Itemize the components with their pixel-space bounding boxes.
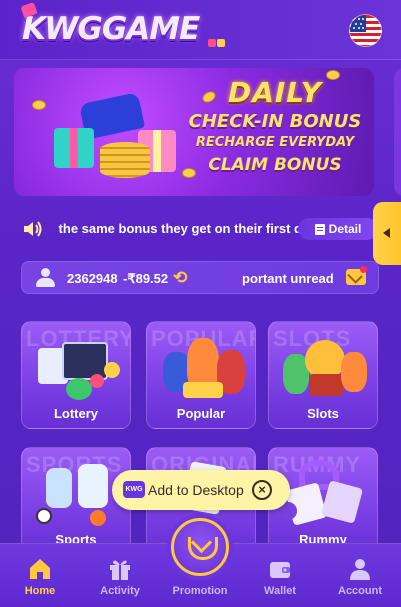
user-balance: -₹89.52 — [123, 271, 169, 286]
close-icon[interactable]: × — [252, 480, 272, 500]
game-label: Lottery — [53, 406, 99, 421]
app-logo[interactable]: KWGGAME — [20, 1, 232, 52]
dice-icon — [208, 34, 232, 48]
nav-label: Account — [338, 585, 382, 597]
popular-illustration — [157, 334, 247, 400]
game-label: Slots — [307, 406, 339, 421]
detail-button[interactable]: Detail — [298, 218, 378, 240]
nav-activity[interactable]: Activity — [80, 544, 160, 607]
game-label: Popular — [176, 406, 226, 421]
user-icon — [35, 268, 55, 288]
wallet-icon — [270, 562, 290, 578]
nav-label: Wallet — [264, 585, 296, 597]
unread-message-text: portant unread — [242, 271, 334, 286]
gift-icon — [110, 560, 130, 580]
game-card-slots[interactable]: SLOTS Slots — [268, 321, 378, 429]
user-id: 2362948 — [67, 271, 118, 286]
notice-text: n the same bonus they get on their first… — [55, 221, 305, 239]
document-icon — [314, 223, 325, 235]
nav-home[interactable]: Home — [0, 544, 80, 607]
us-flag-icon[interactable] — [349, 14, 382, 47]
side-drawer-toggle[interactable] — [373, 202, 401, 265]
next-banner-peek[interactable] — [394, 68, 401, 196]
notice-text-content: n the same bonus they get on their first… — [55, 221, 302, 236]
home-icon — [30, 559, 50, 579]
nav-account[interactable]: Account — [320, 544, 400, 607]
detail-label: Detail — [328, 222, 362, 236]
unread-badge — [360, 266, 367, 273]
app-badge-icon: KWG — [123, 481, 145, 498]
nav-label: Promotion — [172, 585, 228, 597]
game-card-lottery[interactable]: LOTTERY Lottery — [21, 321, 131, 429]
speaker-icon — [24, 221, 42, 237]
promo-banner[interactable]: DAILY CHECK-IN BONUS RECHARGE EVERYDAY C… — [14, 68, 374, 196]
banner-text: DAILY CHECK-IN BONUS RECHARGE EVERYDAY C… — [180, 76, 370, 175]
banner-subtitle: CHECK-IN BONUS — [188, 111, 362, 132]
logo-text: KWGGAME — [22, 11, 200, 47]
diamond-icon[interactable] — [171, 518, 229, 576]
banner-tagline: RECHARGE EVERYDAY — [195, 135, 355, 150]
banner-cta: CLAIM BONUS — [208, 155, 342, 175]
lottery-illustration — [32, 334, 122, 400]
banner-title: DAILY — [227, 76, 323, 109]
add-to-desktop-banner[interactable]: KWG Add to Desktop × — [112, 470, 290, 510]
game-card-popular[interactable]: POPULAR Popular — [146, 321, 256, 429]
nav-label: Activity — [100, 585, 140, 597]
nav-label: Home — [24, 585, 56, 597]
notice-bar: n the same bonus they get on their first… — [14, 214, 379, 244]
top-header: KWGGAME — [0, 0, 401, 60]
account-icon — [350, 559, 370, 580]
sports-illustration — [32, 460, 122, 526]
add-to-desktop-label: Add to Desktop — [148, 482, 244, 498]
slots-illustration — [279, 334, 369, 400]
rummy-illustration — [279, 460, 369, 526]
nav-wallet[interactable]: Wallet — [240, 544, 320, 607]
user-info-bar: 2362948 -₹89.52 ⟲ portant unread — [21, 261, 379, 294]
gift-illustration — [32, 80, 196, 190]
refresh-icon[interactable]: ⟲ — [173, 269, 193, 286]
